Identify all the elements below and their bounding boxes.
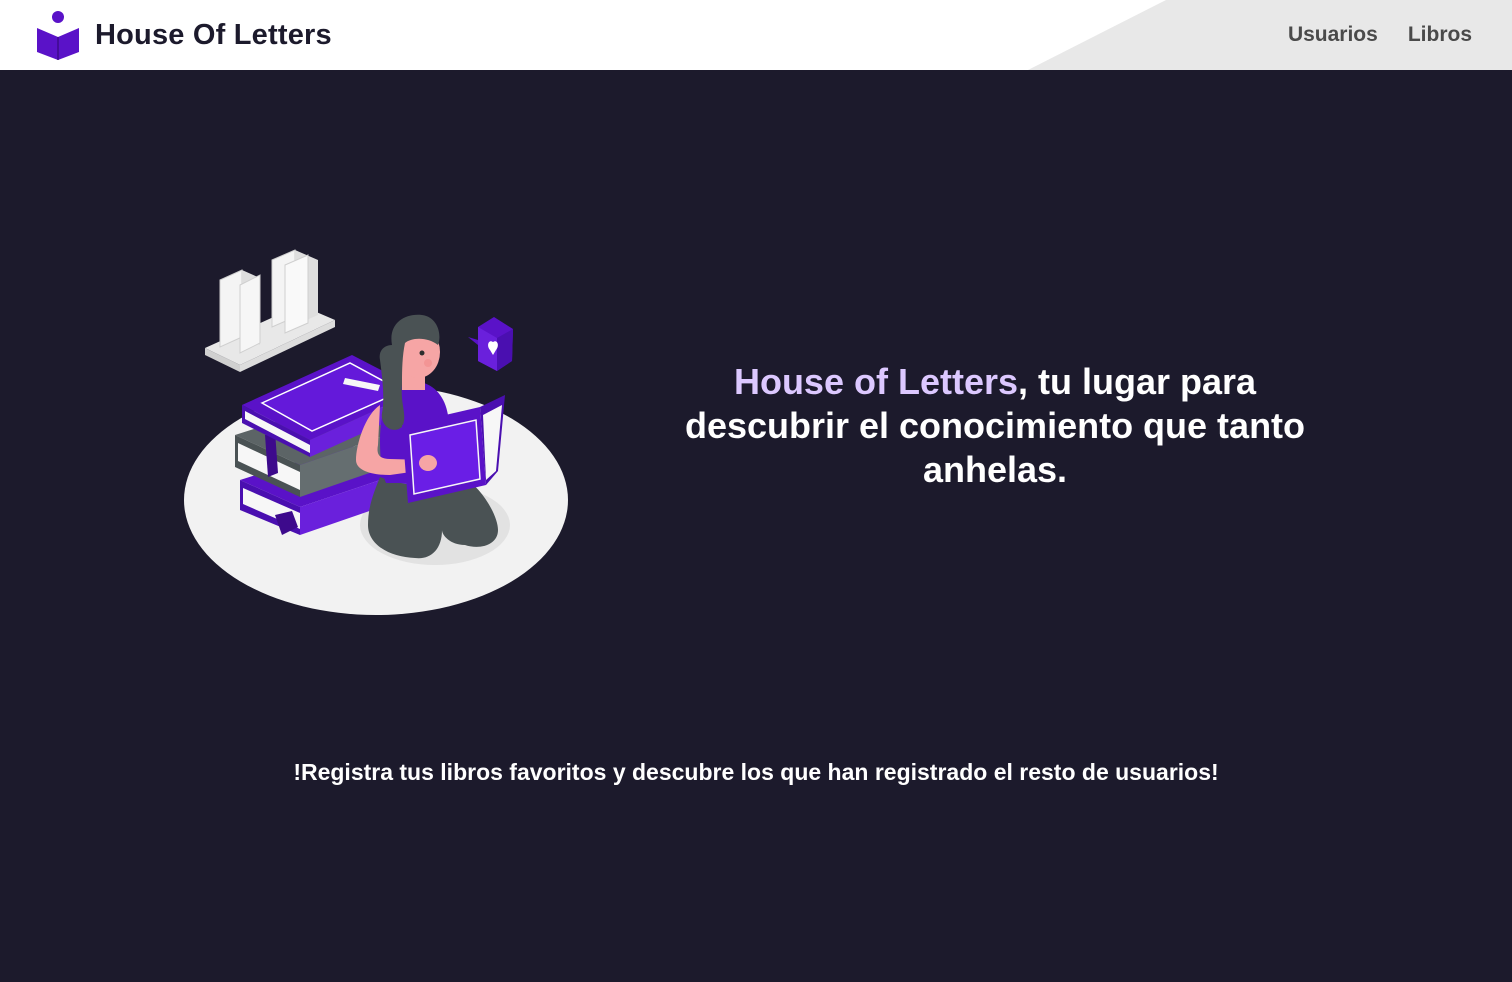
nav-link-libros[interactable]: Libros (1408, 23, 1472, 47)
hero-tagline: House of Letters, tu lugar para descubri… (680, 360, 1310, 492)
nav-link-usuarios[interactable]: Usuarios (1288, 23, 1378, 47)
brand-name: House Of Letters (95, 18, 332, 51)
woman-reading-books-illustration (184, 249, 568, 615)
cta-message: !Registra tus libros favoritos y descubr… (293, 759, 1219, 785)
main-nav: Usuarios Libros (1288, 0, 1472, 70)
brand-link[interactable]: House Of Letters (36, 10, 332, 60)
heart-badge (468, 317, 513, 371)
navbar: House Of Letters Usuarios Libros (0, 0, 1512, 70)
white-books (205, 249, 335, 372)
tagline-highlight: House of Letters (733, 361, 1018, 402)
reading-person-icon (37, 11, 79, 60)
